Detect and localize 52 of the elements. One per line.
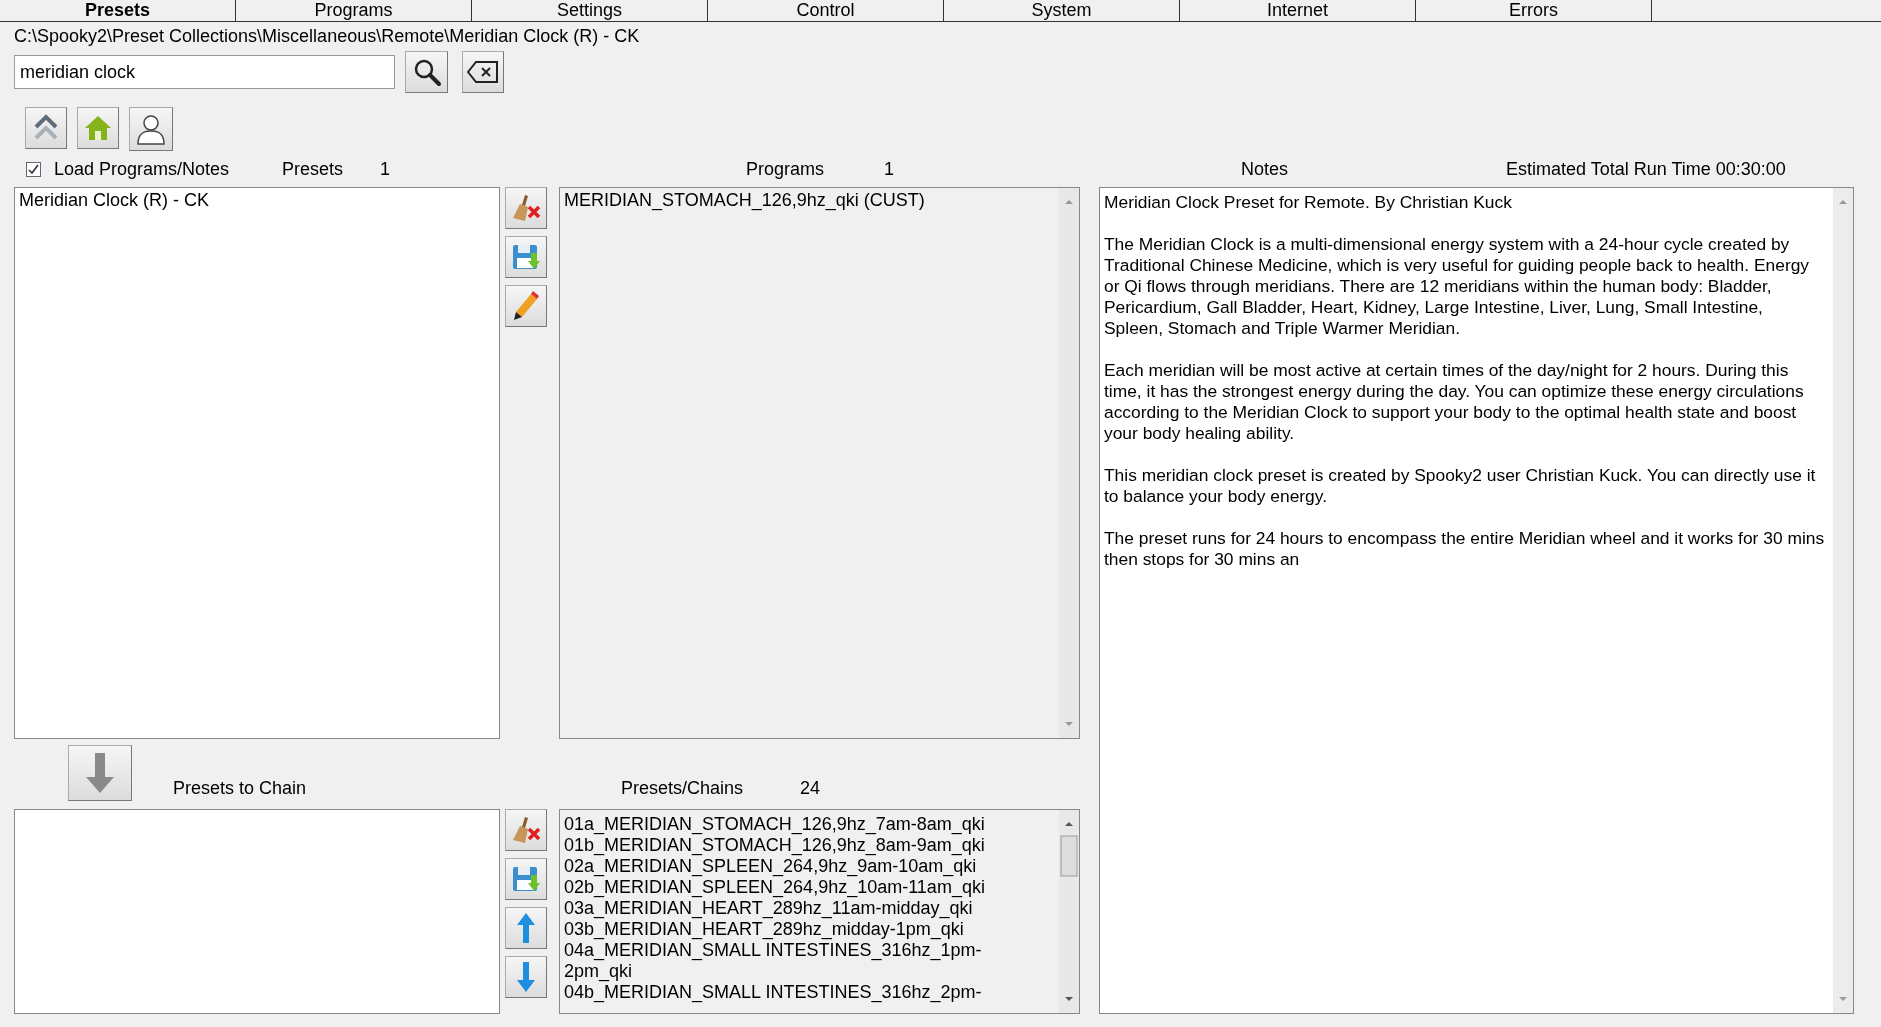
presets-count: 1 (380, 157, 391, 181)
run-time-label: Estimated Total Run Time 00:30:00 (1506, 157, 1786, 181)
presets-to-chain-label: Presets to Chain (173, 777, 308, 800)
notes-paragraph: Meridian Clock Preset for Remote. By Christian Kuck (1104, 192, 1513, 213)
notes-paragraph: Each meridian will be most active at certain times of the day/night for 2 hours. During this time, it has the strongest energy during the day. You can optimize these energy circulations according to the Meridian Clock to support your body to the optimal health state and boost your body healing ability. (1104, 360, 1805, 444)
list-item[interactable]: 02a_MERIDIAN_SPLEEN_264,9hz_9am-10am_qki (560, 856, 1029, 877)
presets-chains-label: Presets/Chains (621, 777, 745, 800)
clear-button[interactable] (462, 51, 504, 93)
list-item[interactable]: 01b_MERIDIAN_STOMACH_126,9hz_8am-9am_qki (560, 835, 1029, 856)
broom-icon (511, 816, 541, 844)
preset-path: C:\Spooky2\Preset Collections\Miscellaneous\Remote\Meridian Clock (R) - CK (14, 25, 641, 47)
move-up-button[interactable] (505, 907, 547, 949)
backspace-icon (467, 60, 499, 84)
list-item[interactable]: 03a_MERIDIAN_HEART_289hz_11am-midday_qki (560, 898, 1029, 919)
arrow-down-icon (515, 961, 537, 993)
presets-chains-count: 24 (800, 777, 821, 800)
save-button[interactable] (505, 858, 547, 900)
notes-paragraph: This meridian clock preset is created by Spooky2 user Christian Kuck. You can directly use it to balance your body energy. (1104, 465, 1817, 507)
edit-button[interactable] (505, 285, 547, 327)
add-to-chain-button[interactable] (68, 745, 132, 801)
save-icon (512, 243, 540, 271)
user-icon (136, 113, 166, 145)
programs-count: 1 (884, 157, 895, 181)
move-down-button[interactable] (505, 956, 547, 998)
up-level-button[interactable] (25, 107, 67, 149)
list-item[interactable]: MERIDIAN_STOMACH_126,9hz_qki (CUST) (560, 190, 1059, 211)
notes-label: Notes (1241, 157, 1290, 181)
user-button[interactable] (129, 107, 173, 151)
arrow-down-icon (84, 751, 116, 795)
list-item[interactable]: 03b_MERIDIAN_HEART_289hz_midday-1pm_qki (560, 919, 1029, 940)
programs-label: Programs (746, 157, 826, 181)
list-item[interactable]: 02b_MERIDIAN_SPLEEN_264,9hz_10am-11am_qki (560, 877, 1029, 898)
clear-list-button[interactable] (505, 809, 547, 851)
arrow-up-icon (515, 912, 537, 944)
broom-icon (511, 194, 541, 222)
presets-label: Presets (282, 157, 345, 181)
search-field[interactable]: meridian clock (14, 55, 395, 89)
home-icon (84, 114, 112, 142)
pencil-icon (512, 291, 540, 321)
list-item[interactable]: 01a_MERIDIAN_STOMACH_126,9hz_7am-8am_qki (560, 814, 1029, 835)
list-item[interactable]: 04a_MERIDIAN_SMALL INTESTINES_316hz_1pm-2pm_qki (560, 940, 1029, 982)
save-icon (512, 865, 540, 893)
notes-paragraph: The preset runs for 24 hours to encompass the entire Meridian wheel and it works for 30 mins then stops for 30 mins an (1104, 528, 1825, 570)
clear-list-button[interactable] (505, 187, 547, 229)
list-item[interactable]: Meridian Clock (R) - CK (15, 190, 499, 211)
list-item[interactable]: 04b_MERIDIAN_SMALL INTESTINES_316hz_2pm- (560, 982, 1029, 1003)
search-button[interactable] (405, 51, 448, 93)
checkbox-label: Load Programs/Notes (54, 157, 231, 181)
checkbox[interactable] (26, 161, 41, 177)
notes-paragraph: The Meridian Clock is a multi-dimensional energy system with a 24-hour cycle created by Traditional Chinese Medicine, which is very useful for guiding people back to health. Energy or Qi flows through meridians. There are 12 meridians within the human body: Bladder, Pericardium, Gall Bladder, Heart, Kidney, Large Intestine, Liver, Lung, Small Intestine, Spleen, Stomach and Triple Warmer Meridian. (1104, 234, 1811, 339)
save-button[interactable] (505, 236, 547, 278)
home-button[interactable] (77, 107, 119, 149)
